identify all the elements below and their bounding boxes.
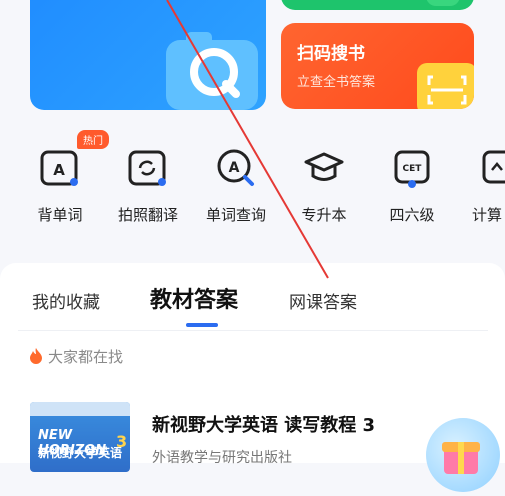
tool-cet[interactable]: CET 四六级 — [374, 144, 450, 234]
active-tab-indicator — [186, 323, 218, 327]
gift-icon — [442, 442, 480, 474]
calculator-icon — [482, 150, 505, 184]
svg-text:CET: CET — [403, 164, 423, 174]
tool-photo-translate[interactable]: 拍照翻译 — [110, 144, 186, 234]
tool-word-search[interactable]: A 单词查询 — [198, 144, 274, 234]
trending-header: 大家都在找 — [28, 346, 123, 367]
green-card-icon — [426, 0, 460, 6]
tool-label: 四六级 — [389, 206, 435, 224]
tab-textbook-answers[interactable]: 教材答案 — [150, 282, 238, 314]
scan-book-subtitle: 立查全书答案 — [297, 75, 376, 90]
scan-frame-icon — [417, 63, 474, 109]
tool-label: 专升本 — [301, 206, 347, 224]
gift-float-button[interactable] — [426, 418, 500, 492]
a-card-icon: A — [40, 150, 78, 186]
book-publisher: 外语教学与研究出版社 — [152, 450, 292, 466]
cover-title-cn: 新视野大学英语 — [38, 446, 123, 460]
camera-search-icon — [166, 32, 258, 110]
tool-calculator[interactable]: 计算 — [462, 144, 505, 234]
graduation-cap-icon — [304, 152, 344, 181]
scan-book-title: 扫码搜书 — [297, 44, 365, 64]
svg-text:A: A — [229, 160, 240, 176]
trending-label: 大家都在找 — [48, 348, 124, 366]
tool-label: 拍照翻译 — [117, 206, 178, 224]
tabs-divider — [18, 330, 488, 331]
svg-text:A: A — [53, 161, 65, 179]
scan-book-card[interactable]: 扫码搜书 立查全书答案 — [281, 23, 474, 109]
tool-label: 计算 — [472, 206, 503, 224]
book-cover[interactable]: NEW HORIZON 新视野大学英语 3 — [30, 402, 130, 472]
photo-search-card[interactable] — [30, 0, 266, 110]
word-search-icon: A — [217, 149, 254, 186]
tab-favorites[interactable]: 我的收藏 — [32, 288, 100, 313]
tool-label: 背单词 — [37, 206, 83, 224]
tool-label: 单词查询 — [205, 206, 266, 224]
photo-translate-icon — [128, 150, 166, 186]
tab-course-answers[interactable]: 网课答案 — [289, 288, 357, 313]
cet-icon: CET — [394, 150, 430, 188]
flame-icon — [30, 348, 42, 364]
cover-volume: 3 — [116, 432, 128, 451]
tool-vocabulary[interactable]: A 背单词 — [22, 144, 98, 234]
green-feature-card[interactable] — [281, 0, 474, 10]
cover-strip — [30, 402, 130, 416]
book-title[interactable]: 新视野大学英语 读写教程 3 — [152, 411, 375, 437]
tool-upgrade[interactable]: 专升本 — [286, 144, 362, 234]
